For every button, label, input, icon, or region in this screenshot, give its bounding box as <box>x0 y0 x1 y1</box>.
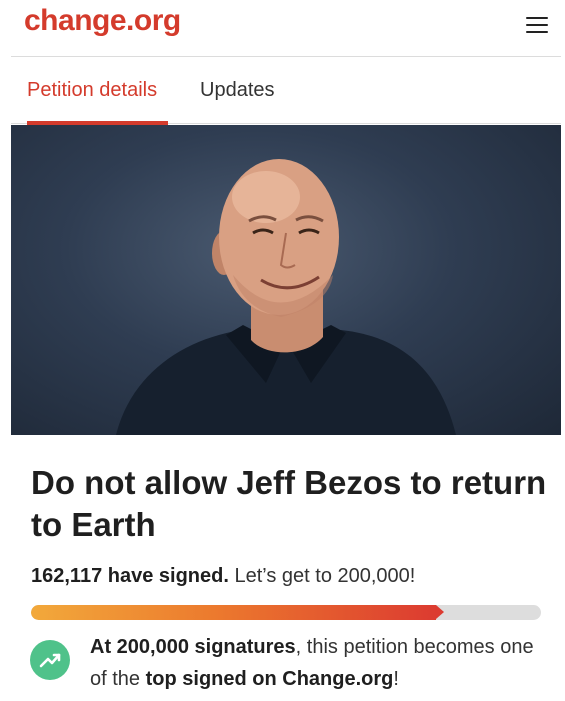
signature-progress-bar <box>31 605 541 620</box>
tab-petition-details[interactable]: Petition details <box>27 79 157 102</box>
hamburger-menu-icon[interactable] <box>526 17 548 35</box>
milestone-text-2: ! <box>393 668 399 690</box>
progress-tip <box>436 605 444 619</box>
petition-title: Do not allow Jeff Bezos to return to Ear… <box>31 464 547 543</box>
petition-hero-image <box>11 125 561 435</box>
tab-updates[interactable]: Updates <box>200 79 275 102</box>
portrait-illustration <box>116 159 456 435</box>
signature-status: 162,117 have signed. Let’s get to 200,00… <box>31 565 415 588</box>
milestone-strong-2: top signed on Change.org <box>145 668 394 690</box>
signed-count: 162,117 have signed. <box>31 565 229 587</box>
milestone-strong-1: At 200,000 signatures <box>90 636 296 658</box>
progress-fill <box>31 605 436 620</box>
site-header: change.org <box>0 0 565 57</box>
milestone-message: At 200,000 signatures, this petition bec… <box>90 631 550 695</box>
petition-tabs: Petition details Updates <box>0 57 565 125</box>
trending-up-icon <box>30 640 70 680</box>
goal-text: Let’s get to 200,000! <box>228 565 416 587</box>
change-org-logo[interactable]: change.org <box>24 4 181 38</box>
